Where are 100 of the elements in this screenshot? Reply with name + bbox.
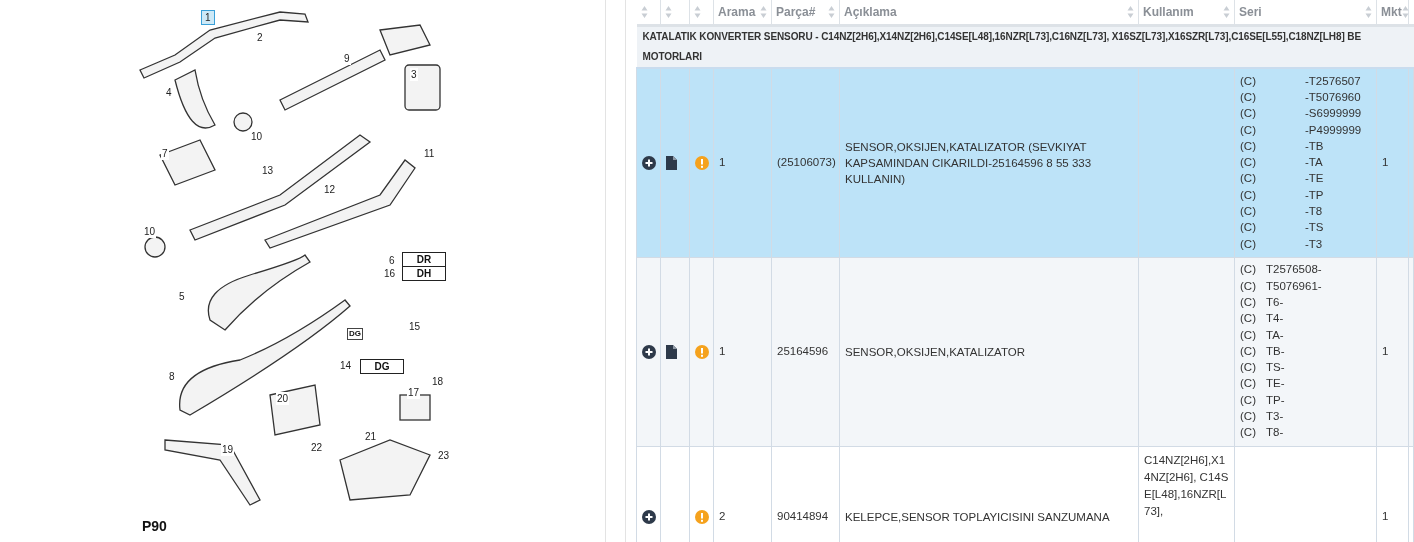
callout-label[interactable]: 17: [407, 386, 421, 399]
series-value: T4-: [1266, 311, 1284, 327]
table-cell-text: KELEPCE,SENSOR TOPLAYICISINI SANZUMANA: [845, 510, 1111, 525]
table-cell: 2: [719, 510, 726, 523]
series-prefix: (C): [1240, 392, 1257, 408]
callout-label[interactable]: 14: [339, 359, 353, 372]
series-prefix: (C): [1240, 327, 1257, 343]
series-value: -TB: [1305, 138, 1324, 154]
group-heading: KATALATIK KONVERTER SENSORU - C14NZ[2H6],X14NZ[2H6],C14SE[L48],16NZR[L73],C16NZ[L73], X16SZ[L73],X16SZR[L73],C16SE[L55],C18NZ[LH8] BE MOTORLARI: [642, 29, 1362, 64]
series-value: T2576508-: [1266, 262, 1322, 278]
series-prefix: (C): [1240, 278, 1257, 294]
expand-icon[interactable]: [642, 510, 656, 524]
code-tag: DG: [347, 328, 363, 340]
diagram-code: P90: [142, 517, 167, 536]
callout-label[interactable]: 16: [383, 267, 397, 280]
series-value: T8-: [1266, 425, 1284, 441]
series-prefix: (C): [1240, 311, 1257, 327]
series-prefix: (C): [1240, 106, 1257, 122]
callout-label[interactable]: 10: [143, 225, 157, 238]
sort-icon[interactable]: [828, 4, 835, 19]
series-value: T6-: [1266, 295, 1284, 310]
table-cell: 25164596: [777, 344, 829, 357]
table-cell: 1: [1382, 510, 1389, 523]
series-prefix: (C): [1240, 187, 1257, 203]
callout-label[interactable]: 10: [250, 130, 264, 143]
series-prefix: (C): [1240, 376, 1257, 392]
callout-label[interactable]: 22: [310, 441, 324, 454]
series-value: -TE: [1305, 171, 1324, 187]
expand-icon[interactable]: [642, 344, 656, 359]
series-value: -P4999999: [1305, 122, 1362, 138]
table-cell-text: SENSOR,OKSIJEN,KATALIZATOR (SEVKIYAT KAPSAMINDAN CIKARILDI-25164596 8 55 333 KULLANIN): [845, 139, 1093, 187]
series-prefix: (C): [1240, 89, 1257, 105]
document-icon[interactable]: [666, 344, 677, 359]
warning-icon[interactable]: [695, 155, 709, 170]
series-value: -TS: [1305, 220, 1324, 236]
callout-label[interactable]: 13: [261, 164, 275, 177]
series-prefix: (C): [1240, 262, 1257, 278]
series-prefix: (C): [1240, 425, 1257, 441]
table-row[interactable]: 1 25164596 SENSOR,OKSIJEN,KATALIZATOR (C) T2576508- (C) T5076961- (C) T6- (C) T4- (C) TA- (C) TB- (C) TS- (C) TE- (C) TP- (C) T3- (C) T8- 1: [636, 257, 1414, 446]
series-value: -T2576507: [1305, 73, 1361, 89]
sort-icon[interactable]: [665, 4, 672, 19]
callout-label[interactable]: 19: [221, 443, 235, 456]
callout-label[interactable]: 7: [161, 147, 169, 160]
sort-icon[interactable]: [1365, 4, 1372, 19]
callout-label[interactable]: 11: [423, 147, 436, 160]
series-value: TP-: [1266, 392, 1285, 408]
series-prefix: (C): [1240, 409, 1257, 425]
series-value: -T3: [1305, 236, 1323, 252]
code-tag: DG: [360, 359, 404, 374]
series-value: -T8: [1305, 204, 1323, 219]
series-value: -S6999999: [1305, 106, 1362, 122]
sort-icon[interactable]: [694, 4, 701, 19]
table-cell: 1: [1382, 156, 1389, 169]
series-prefix: (C): [1240, 138, 1257, 154]
sort-icon[interactable]: [1223, 4, 1230, 19]
table-cell-text: SENSOR,OKSIJEN,KATALIZATOR: [845, 344, 1026, 360]
series-value: TB-: [1266, 343, 1285, 359]
table-row[interactable]: 2 90414894 KELEPCE,SENSOR TOPLAYICISINI SANZUMANA C14NZ[2H6],X14NZ[2H6], C14SE[L48],16NZR[L73], 1: [636, 446, 1414, 542]
callout-label[interactable]: 23: [437, 449, 451, 462]
series-value: T3-: [1266, 409, 1284, 425]
series-value: TE-: [1266, 376, 1285, 392]
callout-label[interactable]: 18: [431, 375, 445, 388]
series-value: TS-: [1266, 360, 1285, 376]
callout-label[interactable]: 6: [388, 254, 396, 267]
table-cell: 1: [719, 156, 726, 169]
callout-label[interactable]: 4: [165, 86, 173, 99]
series-value: -T5076960: [1305, 89, 1361, 105]
table-cell: (25106073): [777, 156, 836, 169]
series-prefix: (C): [1240, 220, 1257, 236]
series-prefix: (C): [1240, 360, 1257, 376]
series-prefix: (C): [1240, 122, 1257, 138]
callout-label[interactable]: 8: [168, 370, 176, 383]
callout-label[interactable]: 1: [201, 10, 215, 25]
warning-icon[interactable]: [695, 344, 709, 359]
code-tag: DH: [402, 266, 446, 281]
series-value: TA-: [1266, 327, 1284, 343]
series-prefix: (C): [1240, 171, 1257, 187]
document-icon[interactable]: [666, 155, 677, 170]
series-prefix: (C): [1240, 155, 1257, 171]
table-cell-text: C14NZ[2H6],X14NZ[2H6], C14SE[L48],16NZR[L73],: [1144, 452, 1229, 519]
sort-icon[interactable]: [640, 4, 648, 19]
callout-label[interactable]: 20: [276, 392, 290, 405]
callout-label[interactable]: 2: [256, 31, 264, 44]
sort-icon[interactable]: [1401, 4, 1409, 19]
series-value: T5076961-: [1266, 278, 1322, 294]
table-cell: 1: [1382, 344, 1389, 357]
callout-label[interactable]: 15: [408, 320, 422, 333]
expand-icon[interactable]: [642, 155, 656, 170]
series-prefix: (C): [1240, 295, 1257, 310]
sort-icon[interactable]: [760, 4, 767, 19]
series-value: -TP: [1305, 187, 1324, 203]
warning-icon[interactable]: [695, 510, 709, 524]
callout-label[interactable]: 3: [410, 68, 418, 81]
callout-label[interactable]: 12: [323, 183, 337, 196]
sort-icon[interactable]: [1127, 4, 1134, 19]
series-prefix: (C): [1240, 236, 1257, 252]
callout-label[interactable]: 5: [178, 290, 186, 303]
series-value: -TA: [1305, 155, 1323, 171]
callout-label[interactable]: 9: [343, 52, 351, 65]
callout-label[interactable]: 21: [364, 430, 378, 443]
